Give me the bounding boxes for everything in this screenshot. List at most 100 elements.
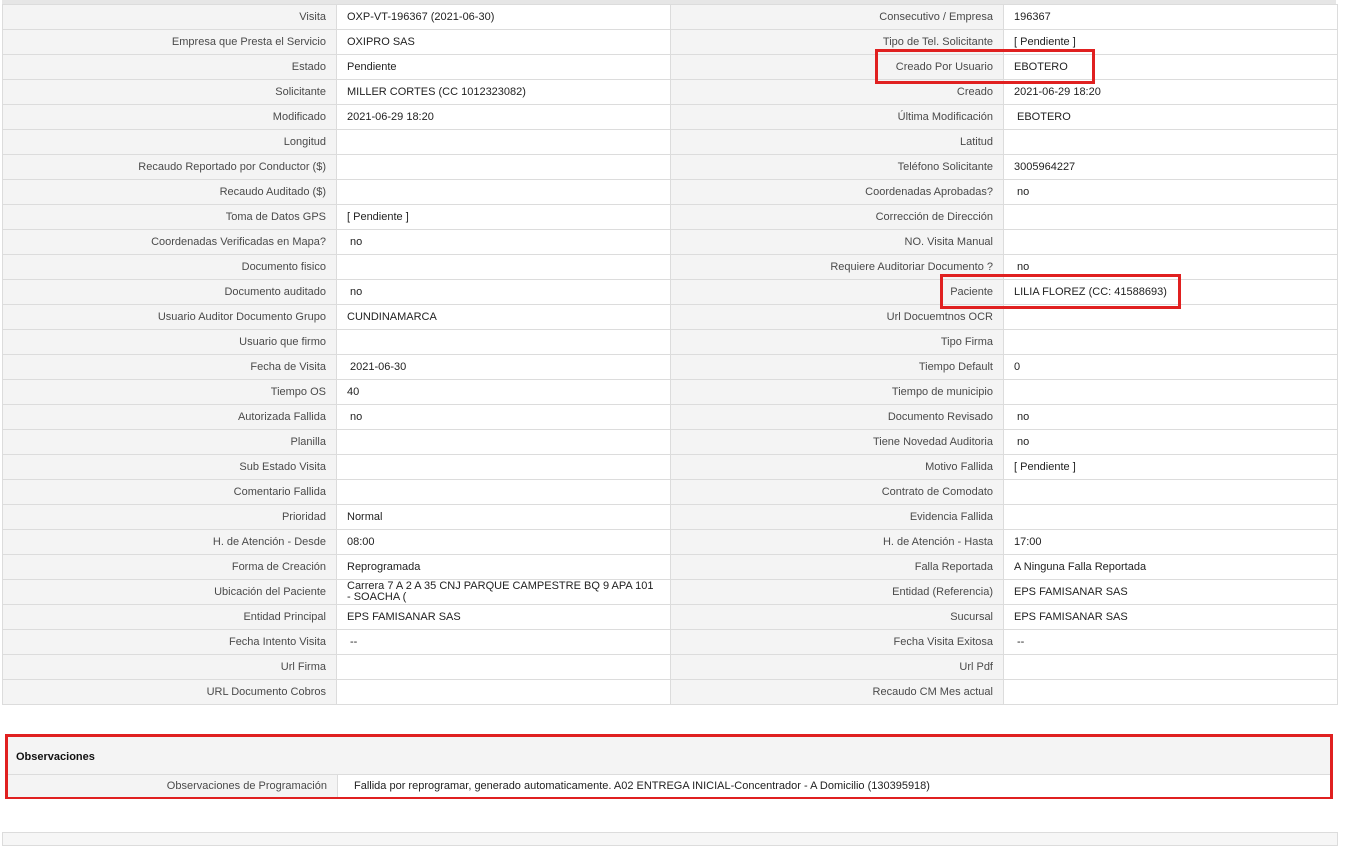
field-label: Coordenadas Verificadas en Mapa? — [2, 229, 337, 255]
field-label: Solicitante — [2, 79, 337, 105]
field-label: Teléfono Solicitante — [670, 154, 1004, 180]
field-label-text: Corrección de Dirección — [875, 210, 993, 223]
field-label-text: Estado — [291, 60, 326, 73]
field-label-text: Coordenadas Aprobadas? — [865, 185, 993, 198]
field-value — [336, 654, 671, 680]
field-label: Prioridad — [2, 504, 337, 530]
table-row: Recaudo Reportado por Conductor ($) Teléf… — [2, 154, 1338, 180]
field-label: Ubicación del Paciente — [2, 579, 337, 605]
field-value-text: Normal — [347, 510, 383, 523]
field-label-text: Recaudo CM Mes actual — [872, 685, 993, 698]
field-value: 196367 — [1003, 4, 1338, 30]
field-value: -- — [1003, 629, 1338, 655]
field-label-text: URL Documento Cobros — [206, 685, 326, 698]
field-label: Motivo Fallida — [670, 454, 1004, 480]
field-value: EPS FAMISANAR SAS — [1003, 604, 1338, 630]
table-row: Url Firma Url Pdf — [2, 654, 1338, 680]
field-label: Documento fisico — [2, 254, 337, 280]
field-value-text: no — [350, 410, 363, 423]
field-value-text: LILIA FLOREZ (CC: 41588693) — [1014, 285, 1167, 298]
field-label-text: Longitud — [283, 135, 326, 148]
field-value: no — [336, 229, 671, 255]
field-label: Usuario que firmo — [2, 329, 337, 355]
field-value-text: EPS FAMISANAR SAS — [1014, 585, 1128, 598]
field-label-text: Fecha de Visita — [250, 360, 326, 373]
field-label: H. de Atención - Desde — [2, 529, 337, 555]
field-label-text: Entidad Principal — [243, 610, 326, 623]
field-value-text: -- — [1017, 635, 1025, 648]
field-value-text: 08:00 — [347, 535, 375, 548]
field-label-text: Ubicación del Paciente — [214, 585, 326, 598]
field-label-text: Tiempo de municipio — [891, 385, 993, 398]
field-value — [1003, 304, 1338, 330]
field-value-text: -- — [350, 635, 358, 648]
observaciones-value: Fallida por reprogramar, generado automa… — [338, 775, 1330, 797]
field-value: [ Pendiente ] — [1003, 29, 1338, 55]
field-label-text: Tiene Novedad Auditoria — [872, 435, 993, 448]
field-label: Última Modificación — [670, 104, 1004, 130]
field-label-text: Tiempo Default — [918, 360, 993, 373]
field-value: no — [1003, 254, 1338, 280]
field-label: Paciente — [670, 279, 1004, 305]
field-label: Planilla — [2, 429, 337, 455]
field-value-text: EBOTERO — [1017, 110, 1071, 123]
field-label-text: H. de Atención - Hasta — [882, 535, 993, 548]
field-label-text: Visita — [299, 10, 326, 23]
table-row: Coordenadas Verificadas en Mapa? no NO. Vi… — [2, 229, 1338, 255]
field-value — [1003, 329, 1338, 355]
field-value — [1003, 229, 1338, 255]
field-value-text: MILLER CORTES (CC 1012323082) — [347, 85, 526, 98]
field-label: Sucursal — [670, 604, 1004, 630]
field-label-text: Url Pdf — [959, 660, 993, 673]
next-section-box — [2, 832, 1338, 846]
field-value-text: A Ninguna Falla Reportada — [1014, 560, 1147, 573]
field-value — [336, 479, 671, 505]
field-value: no — [1003, 179, 1338, 205]
field-value: Carrera 7 A 2 A 35 CNJ PARQUE CAMPESTRE … — [336, 579, 671, 605]
field-value — [1003, 504, 1338, 530]
field-value: 3005964227 — [1003, 154, 1338, 180]
table-row: Usuario Auditor Documento Grupo CUNDINAMA… — [2, 304, 1338, 330]
field-value — [336, 129, 671, 155]
field-value: 2021-06-29 18:20 — [1003, 79, 1338, 105]
field-label: Coordenadas Aprobadas? — [670, 179, 1004, 205]
field-label-text: Documento fisico — [241, 260, 326, 273]
field-value: EBOTERO — [1003, 54, 1338, 80]
field-value-text: no — [1017, 185, 1030, 198]
table-row: Documento fisico Requiere Auditoriar Docu… — [2, 254, 1338, 280]
field-label-text: Motivo Fallida — [925, 460, 993, 473]
field-label: Url Firma — [2, 654, 337, 680]
field-value-text: 3005964227 — [1014, 160, 1076, 173]
field-value — [1003, 129, 1338, 155]
table-row: URL Documento Cobros Recaudo CM Mes actua… — [2, 679, 1338, 705]
field-value-text: [ Pendiente ] — [1014, 35, 1076, 48]
field-label: Tipo de Tel. Solicitante — [670, 29, 1004, 55]
visit-detail-table: Visita OXP-VT-196367 (2021-06-30) Consecut… — [2, 4, 1338, 705]
field-value: EPS FAMISANAR SAS — [336, 604, 671, 630]
field-value: 2021-06-30 — [336, 354, 671, 380]
field-label-text: Coordenadas Verificadas en Mapa? — [151, 235, 326, 248]
field-value-text: 40 — [347, 385, 360, 398]
field-label: Falla Reportada — [670, 554, 1004, 580]
field-label: Entidad Principal — [2, 604, 337, 630]
field-value: MILLER CORTES (CC 1012323082) — [336, 79, 671, 105]
field-label: Latitud — [670, 129, 1004, 155]
observaciones-section: Observaciones Observaciones de Programac… — [5, 734, 1333, 799]
field-value: 40 — [336, 379, 671, 405]
field-label: Recaudo CM Mes actual — [670, 679, 1004, 705]
field-value-text: [ Pendiente ] — [1014, 460, 1076, 473]
field-label: Fecha Visita Exitosa — [670, 629, 1004, 655]
observaciones-label: Observaciones de Programación — [8, 775, 338, 797]
field-label: Documento auditado — [2, 279, 337, 305]
table-row: Forma de Creación Reprogramada Falla Repor… — [2, 554, 1338, 580]
field-label-text: Falla Reportada — [914, 560, 993, 573]
field-value: no — [1003, 404, 1338, 430]
field-label: Evidencia Fallida — [670, 504, 1004, 530]
table-row: Toma de Datos GPS [ Pendiente ] Corrección… — [2, 204, 1338, 230]
field-value: [ Pendiente ] — [1003, 454, 1338, 480]
field-label-text: Entidad (Referencia) — [892, 585, 993, 598]
table-row: H. de Atención - Desde 08:00 H. de Atenció… — [2, 529, 1338, 555]
field-label-text: Documento auditado — [224, 285, 326, 298]
field-label: Tiempo de municipio — [670, 379, 1004, 405]
field-label: Autorizada Fallida — [2, 404, 337, 430]
